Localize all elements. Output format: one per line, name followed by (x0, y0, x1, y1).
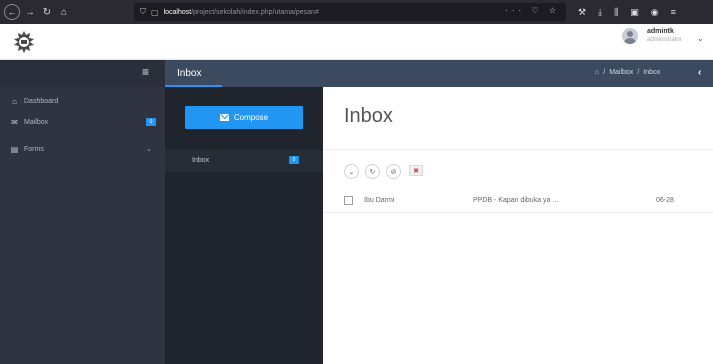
tag-icon[interactable]: ⊘ (386, 164, 401, 179)
browser-toolbar-right: ⚒ ⤓ ⫼ ▣ ◉ ≡ (578, 4, 676, 20)
delete-icon[interactable]: ✖ (409, 165, 423, 176)
envelope-icon (219, 114, 229, 121)
sidebar-top: ≡ (0, 60, 165, 87)
divider (323, 149, 713, 150)
library-icon[interactable]: ⫼ (614, 7, 618, 18)
home-icon: ⌂ (12, 96, 17, 106)
breadcrumb: ⌂ / Mailbox / Inbox (595, 69, 661, 76)
folder-inbox[interactable]: Inbox 0 (165, 150, 323, 172)
app-header: admintk administrator (0, 24, 713, 60)
mailbox-count-badge: 0 (146, 118, 156, 126)
compose-label: Compose (233, 113, 269, 122)
sidebar-item-dashboard[interactable]: ⌂ Dashboard (0, 92, 165, 110)
avatar[interactable] (622, 28, 638, 44)
sidebar-item-label: Forms (24, 145, 44, 153)
url-path: /project/sekolah/index.php/utama/pesan# (191, 8, 319, 16)
shield-icon: ⛉ (140, 7, 146, 16)
sidebar-item-label: Mailbox (24, 118, 49, 126)
back-arrow-icon[interactable]: ← (4, 4, 20, 20)
breadcrumb-separator: / (637, 69, 640, 76)
breadcrumb-inbox: Inbox (643, 69, 661, 76)
page-icon: ▢ (151, 7, 159, 17)
hamburger-icon[interactable]: ≡ (142, 65, 149, 79)
forward-arrow-icon[interactable]: → (23, 5, 37, 19)
sidebar: ≡ ⌂ Dashboard ✉ Mailbox 0 ▤ Forms ⌄ (0, 60, 165, 364)
url-actions[interactable]: ··· ♡ ☆ (505, 6, 560, 15)
message-subject[interactable]: PPDB - Kapan dibuka ya ... (473, 197, 558, 204)
sidebar-toggle-icon[interactable]: ▣ (630, 7, 639, 18)
tools-icon[interactable]: ⚒ (578, 7, 586, 18)
chevron-left-icon[interactable]: ‹ (698, 67, 701, 78)
table-row[interactable]: Ibu Darmi PPDB - Kapan dibuka ya ... 06-… (323, 189, 713, 213)
user-name: admintk (647, 28, 674, 35)
browser-toolbar: ← → ↻ ⌂ ⛉ ▢ localhost/project/sekolah/in… (0, 0, 713, 24)
address-bar[interactable]: ⛉ ▢ localhost/project/sekolah/index.php/… (134, 3, 566, 21)
folder-label: Inbox (192, 157, 210, 164)
content-titlebar: Inbox ⌂ / Mailbox / Inbox ‹ (165, 60, 713, 87)
sidebar-item-mailbox[interactable]: ✉ Mailbox 0 (0, 113, 165, 131)
chevron-down-icon: ⌄ (146, 146, 152, 153)
user-menu[interactable]: admintk administrator (622, 27, 682, 45)
reload-icon[interactable]: ↻ (40, 5, 54, 19)
compose-button[interactable]: Compose (185, 106, 303, 129)
message-from: Ibu Darmi (364, 197, 395, 204)
breadcrumb-mailbox[interactable]: Mailbox (609, 69, 633, 76)
refresh-icon[interactable]: ↻ (365, 164, 380, 179)
envelope-icon: ✉ (11, 117, 18, 127)
sidebar-item-label: Dashboard (24, 97, 59, 105)
message-date: 06-28 (656, 197, 674, 204)
chevron-down-icon[interactable]: ⌄ (697, 34, 704, 43)
page-title: Inbox (177, 68, 202, 79)
sidebar-item-forms[interactable]: ▤ Forms ⌄ (0, 140, 165, 158)
school-logo-icon (14, 31, 34, 53)
home-icon[interactable]: ⌂ (595, 69, 599, 76)
url-host: localhost (163, 8, 192, 16)
account-icon[interactable]: ◉ (651, 7, 659, 18)
home-icon[interactable]: ⌂ (57, 5, 71, 19)
inbox-heading: Inbox (344, 105, 393, 127)
menu-icon[interactable]: ≡ (671, 7, 676, 17)
user-role: administrator (647, 37, 682, 43)
form-icon: ▤ (10, 144, 19, 154)
inbox-main: Inbox ⌄ ↻ ⊘ ✖ Ibu Darmi PPDB - Kapan dib… (323, 87, 713, 364)
download-icon[interactable]: ⤓ (598, 7, 602, 18)
mail-nav-panel: Compose Inbox 0 (165, 87, 323, 364)
select-all-chevron-icon[interactable]: ⌄ (344, 164, 359, 179)
row-checkbox[interactable] (344, 196, 353, 205)
inbox-count-badge: 0 (289, 156, 299, 164)
